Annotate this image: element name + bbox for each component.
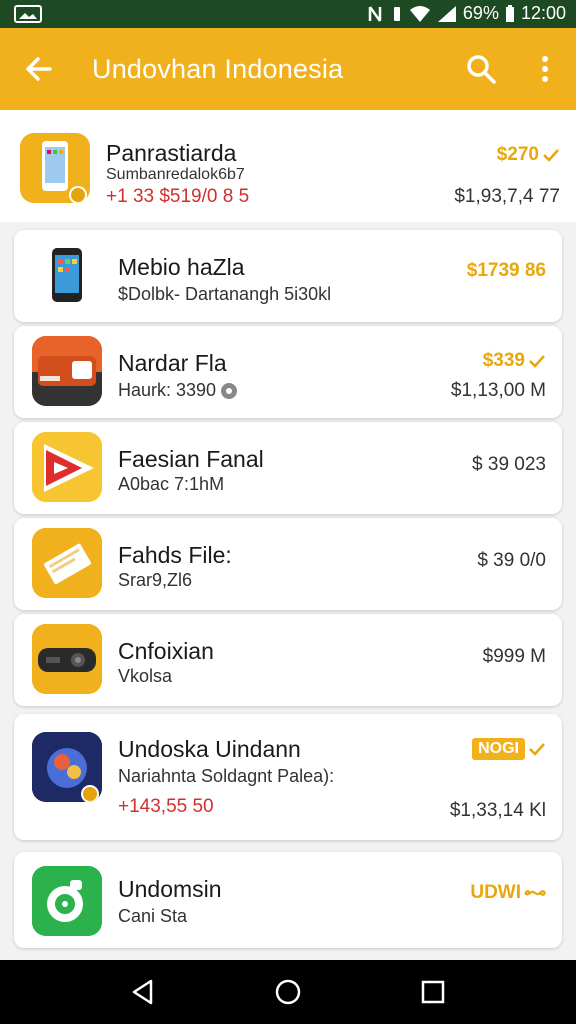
item-subtitle: Haurk: 3390 <box>118 380 238 401</box>
more-options-button[interactable] <box>530 52 560 86</box>
more-vert-icon <box>542 56 548 82</box>
phone-app-icon <box>20 133 90 203</box>
check-icon <box>529 355 545 368</box>
status-bar: 69% 12:00 <box>0 0 576 28</box>
item-total: $1,93,7,4 77 <box>454 186 560 207</box>
list-item[interactable]: Undomsin Cani Sta UDWI <box>14 852 562 948</box>
item-price: $999 M <box>482 646 546 667</box>
list-item[interactable]: Panrastiarda Sumbanredalok6b7 +1 33 $519… <box>0 110 576 222</box>
app-bar: Undovhan Indonesia <box>0 28 576 110</box>
item-name: Panrastiarda <box>106 140 237 166</box>
signal-icon <box>437 5 457 23</box>
file-icon <box>32 528 102 598</box>
triangle-back-icon <box>132 979 153 1005</box>
game-app-icon <box>32 732 102 802</box>
item-name: Undoska Uindann <box>118 736 301 762</box>
arrow-left-icon <box>26 57 52 81</box>
item-subtitle: Vkolsa <box>118 666 173 686</box>
gear-icon <box>221 383 238 400</box>
item-price: $ 39 023 <box>472 454 546 475</box>
item-price: $339 <box>483 350 546 372</box>
item-price: $1739 86 <box>466 260 546 281</box>
battery-icon <box>505 4 515 23</box>
item-subtitle: $Dolbk- Dartanangh 5i30kl <box>118 284 332 304</box>
price-badge: NOGI <box>472 738 525 760</box>
clock: 12:00 <box>520 3 566 23</box>
list-item[interactable]: Nardar Fla Haurk: 3390 $339 $1,13,00 M <box>14 326 562 418</box>
list-item[interactable]: Faesian Fanal A0bac 7:1hM $ 39 023 <box>14 422 562 514</box>
list-item[interactable]: Mebio haZla $Dolbk- Dartanangh 5i30kl $1… <box>14 230 562 322</box>
check-icon <box>529 743 545 756</box>
item-name: Mebio haZla <box>118 254 245 280</box>
green-app-icon <box>32 866 102 936</box>
item-name: Nardar Fla <box>118 350 227 376</box>
list-item[interactable]: Cnfoixian Vkolsa $999 M <box>14 614 562 706</box>
back-button[interactable] <box>22 52 56 86</box>
list-item[interactable]: Fahds File: Srar9,Zl6 $ 39 0/0 <box>14 518 562 610</box>
battery-percent: 69% <box>462 3 499 23</box>
search-icon <box>467 55 496 84</box>
circle-home-icon <box>275 979 301 1005</box>
page-title: Undovhan Indonesia <box>92 54 344 84</box>
nfc-icon <box>367 5 385 23</box>
item-subtitle: A0bac 7:1hM <box>118 474 225 494</box>
list-item[interactable]: Undoska Uindann Nariahnta Soldagnt Palea… <box>14 714 562 840</box>
wifi-icon <box>409 5 431 23</box>
item-subtitle: Sumbanredalok6b7 <box>106 166 245 183</box>
item-name: Fahds File: <box>118 542 232 568</box>
infinity-icon <box>524 890 546 896</box>
play-icon <box>32 432 102 502</box>
item-subtitle: Cani Sta <box>118 906 188 926</box>
item-price: UDWI <box>470 882 546 904</box>
item-subtitle: Srar9,Zl6 <box>118 570 193 590</box>
wallet-icon <box>32 336 102 406</box>
gamepad-icon <box>32 624 102 694</box>
item-subtitle: Nariahnta Soldagnt Palea): <box>118 766 335 786</box>
item-price: $ 39 0/0 <box>477 550 546 571</box>
vibrate-icon <box>391 5 403 23</box>
item-name: Faesian Fanal <box>118 446 264 472</box>
nav-back-button[interactable] <box>127 976 159 1008</box>
item-name: Cnfoixian <box>118 638 214 664</box>
item-price: NOGI <box>472 738 546 760</box>
item-total: $1,13,00 M <box>450 380 546 401</box>
item-secondary-value: +1 33 $519/0 8 5 <box>106 186 250 207</box>
item-secondary-value: +143,55 50 <box>118 796 214 817</box>
search-button[interactable] <box>464 52 498 86</box>
navigation-bar <box>0 960 576 1024</box>
nav-recents-button[interactable] <box>417 976 449 1008</box>
item-total: $1,33,14 Kl <box>449 800 546 821</box>
smartphone-icon <box>32 240 102 310</box>
item-price: $270 <box>497 144 560 166</box>
check-icon <box>543 149 559 162</box>
square-recents-icon <box>421 980 445 1004</box>
item-name: Undomsin <box>118 876 222 902</box>
image-notification-icon <box>14 5 42 28</box>
nav-home-button[interactable] <box>272 976 304 1008</box>
